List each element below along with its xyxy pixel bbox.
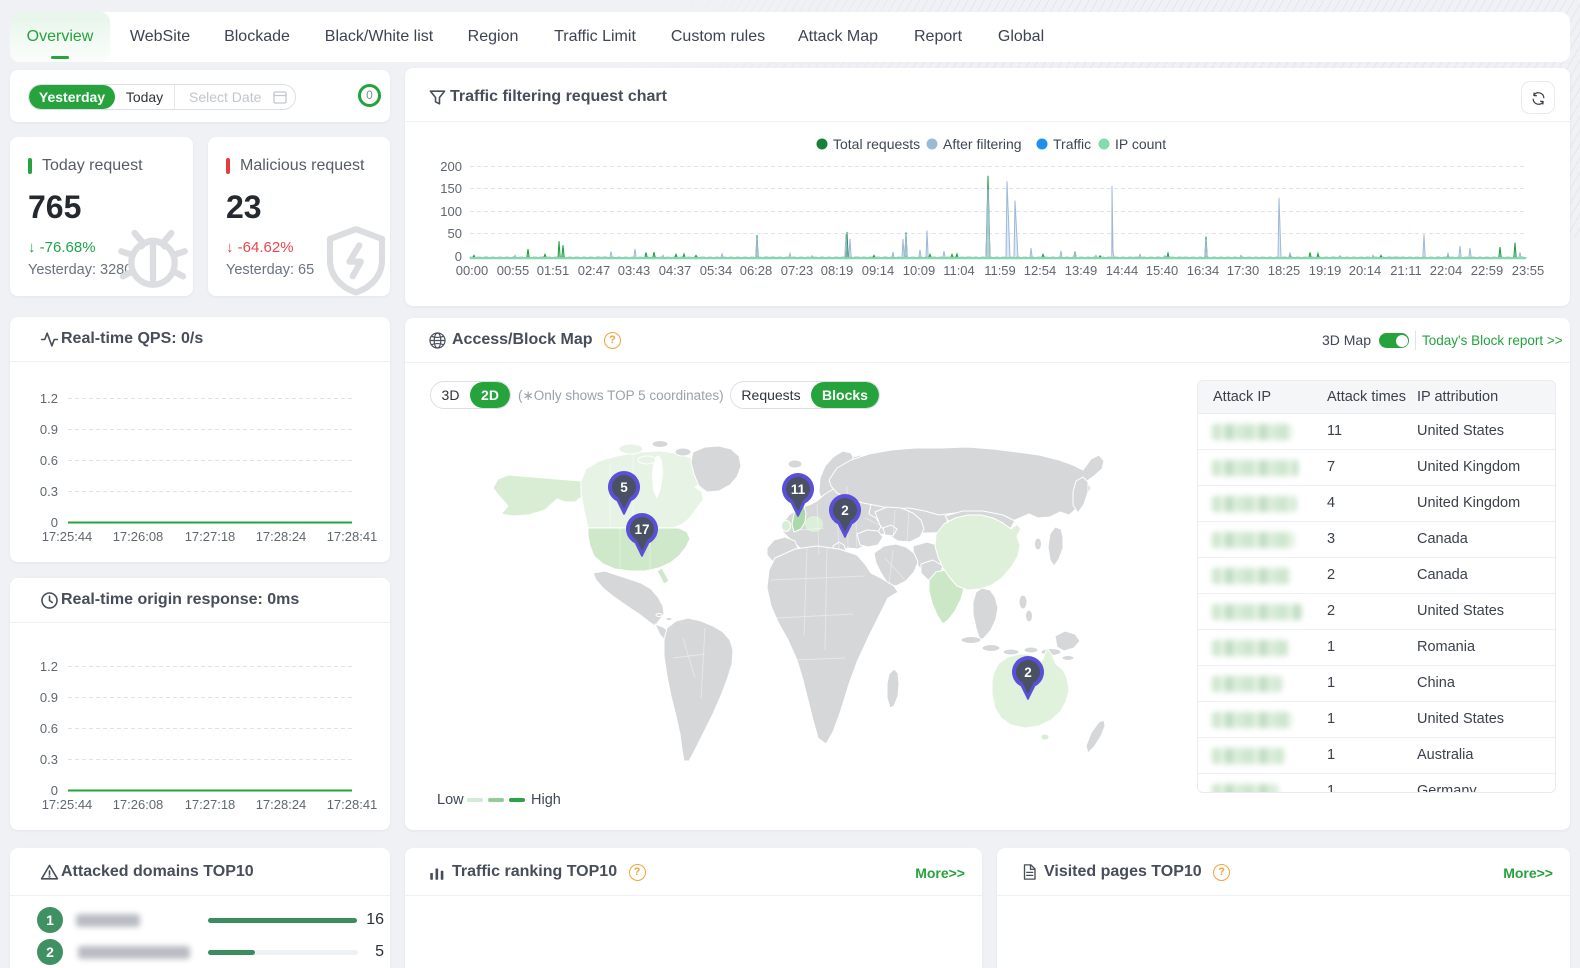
svg-text:1.2: 1.2: [40, 391, 58, 406]
svg-text:150: 150: [440, 181, 462, 196]
svg-text:10:09: 10:09: [903, 263, 936, 278]
svg-text:17:28:41: 17:28:41: [327, 529, 378, 544]
svg-text:0.3: 0.3: [40, 484, 58, 499]
svg-text:0.9: 0.9: [40, 690, 58, 705]
svg-text:17:26:08: 17:26:08: [113, 529, 164, 544]
svg-text:17:28:24: 17:28:24: [256, 797, 307, 812]
svg-text:16:34: 16:34: [1187, 263, 1220, 278]
svg-text:0: 0: [51, 515, 58, 530]
svg-text:11:59: 11:59: [984, 263, 1016, 278]
svg-text:01:51: 01:51: [537, 263, 570, 278]
svg-text:17:27:18: 17:27:18: [185, 529, 236, 544]
svg-text:22:04: 22:04: [1430, 263, 1463, 278]
svg-text:1.2: 1.2: [40, 659, 58, 674]
svg-text:0.6: 0.6: [40, 453, 58, 468]
svg-text:0.6: 0.6: [40, 721, 58, 736]
svg-text:00:00: 00:00: [456, 263, 489, 278]
svg-text:11: 11: [791, 482, 806, 497]
svg-text:2: 2: [1024, 665, 1032, 680]
svg-text:13:49: 13:49: [1065, 263, 1098, 278]
svg-text:2: 2: [841, 503, 849, 518]
svg-text:0: 0: [51, 783, 58, 798]
svg-text:17:25:44: 17:25:44: [42, 797, 93, 812]
svg-text:17:26:08: 17:26:08: [113, 797, 164, 812]
svg-text:23:55: 23:55: [1512, 263, 1545, 278]
svg-text:0.9: 0.9: [40, 422, 58, 437]
svg-text:15:40: 15:40: [1146, 263, 1179, 278]
svg-text:20:14: 20:14: [1349, 263, 1382, 278]
svg-text:17:30: 17:30: [1227, 263, 1260, 278]
svg-text:21:11: 21:11: [1390, 263, 1422, 278]
svg-text:06:28: 06:28: [740, 263, 773, 278]
svg-text:IP count: IP count: [1115, 136, 1166, 152]
svg-text:200: 200: [440, 159, 462, 174]
svg-text:0.3: 0.3: [40, 752, 58, 767]
svg-text:17:28:41: 17:28:41: [327, 797, 378, 812]
svg-text:08:19: 08:19: [821, 263, 854, 278]
svg-text:11:04: 11:04: [943, 263, 975, 278]
svg-text:19:19: 19:19: [1309, 263, 1342, 278]
svg-text:After filtering: After filtering: [943, 136, 1022, 152]
svg-text:02:47: 02:47: [578, 263, 611, 278]
svg-text:03:43: 03:43: [618, 263, 651, 278]
svg-text:Traffic: Traffic: [1053, 136, 1091, 152]
svg-text:5: 5: [620, 480, 628, 495]
svg-text:09:14: 09:14: [862, 263, 895, 278]
svg-text:04:37: 04:37: [659, 263, 692, 278]
svg-text:17:27:18: 17:27:18: [185, 797, 236, 812]
svg-text:00:55: 00:55: [497, 263, 530, 278]
svg-text:17:25:44: 17:25:44: [42, 529, 93, 544]
svg-text:18:25: 18:25: [1268, 263, 1301, 278]
svg-text:05:34: 05:34: [700, 263, 733, 278]
svg-text:07:23: 07:23: [781, 263, 814, 278]
svg-text:17:28:24: 17:28:24: [256, 529, 307, 544]
svg-text:0: 0: [455, 249, 462, 264]
svg-text:Total requests: Total requests: [833, 136, 920, 152]
svg-text:17: 17: [634, 522, 649, 537]
svg-text:14:44: 14:44: [1106, 263, 1139, 278]
svg-text:12:54: 12:54: [1024, 263, 1057, 278]
svg-text:22:59: 22:59: [1471, 263, 1504, 278]
svg-text:50: 50: [448, 226, 462, 241]
svg-text:100: 100: [440, 204, 462, 219]
